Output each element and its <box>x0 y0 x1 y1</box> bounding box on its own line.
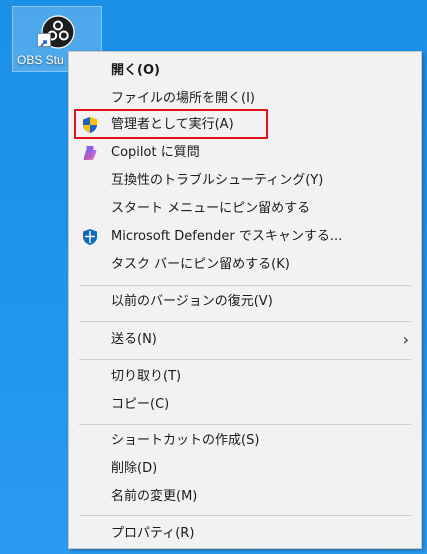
menu-item-label: タスク バーにピン留めする(K) <box>111 257 290 272</box>
shortcut-arrow-icon <box>37 33 51 47</box>
highlight-annotation-box <box>74 109 268 139</box>
context-menu: 開く(O) ファイルの場所を開く(I) 管理者として実行(A) Copilot … <box>68 51 422 549</box>
menu-item-label: 削除(D) <box>111 461 158 476</box>
menu-item-defender[interactable]: Microsoft Defender でスキャンする... <box>69 223 421 251</box>
menu-item-label: Copilot に質問 <box>111 145 200 160</box>
menu-item-label: 互換性のトラブルシューティング(Y) <box>111 173 324 188</box>
menu-item-label: 開く(O) <box>111 63 160 78</box>
menu-item-copy[interactable]: コピー(C) <box>69 391 421 419</box>
menu-item-label: プロパティ(R) <box>111 526 195 541</box>
menu-separator <box>79 359 411 360</box>
menu-item-label: 名前の変更(M) <box>111 489 198 504</box>
desktop-icon-label: OBS Stu <box>17 53 64 67</box>
menu-item-pin-taskbar[interactable]: タスク バーにピン留めする(K) <box>69 251 421 279</box>
menu-separator <box>79 321 411 322</box>
menu-item-delete[interactable]: 削除(D) <box>69 455 421 483</box>
menu-item-send-to[interactable]: 送る(N) › <box>69 326 421 354</box>
menu-separator <box>79 285 411 286</box>
menu-item-label: ショートカットの作成(S) <box>111 433 260 448</box>
menu-item-label: コピー(C) <box>111 397 170 412</box>
chevron-right-icon: › <box>402 330 409 349</box>
menu-item-create-shortcut[interactable]: ショートカットの作成(S) <box>69 427 421 455</box>
menu-item-open[interactable]: 開く(O) <box>69 57 421 85</box>
menu-item-label: 以前のバージョンの復元(V) <box>111 294 273 309</box>
menu-item-copilot[interactable]: Copilot に質問 <box>69 139 421 167</box>
menu-separator <box>79 424 411 425</box>
menu-item-cut[interactable]: 切り取り(T) <box>69 363 421 391</box>
menu-item-troubleshoot[interactable]: 互換性のトラブルシューティング(Y) <box>69 167 421 195</box>
menu-item-properties[interactable]: プロパティ(R) <box>69 520 421 548</box>
defender-shield-icon <box>83 229 97 245</box>
menu-item-rename[interactable]: 名前の変更(M) <box>69 483 421 511</box>
menu-item-label: 切り取り(T) <box>111 369 182 384</box>
menu-item-label: Microsoft Defender でスキャンする... <box>111 229 343 244</box>
menu-item-restore-previous[interactable]: 以前のバージョンの復元(V) <box>69 288 421 316</box>
copilot-icon <box>83 146 97 160</box>
menu-item-pin-start[interactable]: スタート メニューにピン留めする <box>69 195 421 223</box>
menu-separator <box>79 515 411 516</box>
desktop: OBS Stu 開く(O) ファイルの場所を開く(I) 管理者として実行(A) <box>0 0 427 554</box>
menu-item-label: スタート メニューにピン留めする <box>111 201 311 216</box>
menu-item-label: 送る(N) <box>111 332 157 347</box>
